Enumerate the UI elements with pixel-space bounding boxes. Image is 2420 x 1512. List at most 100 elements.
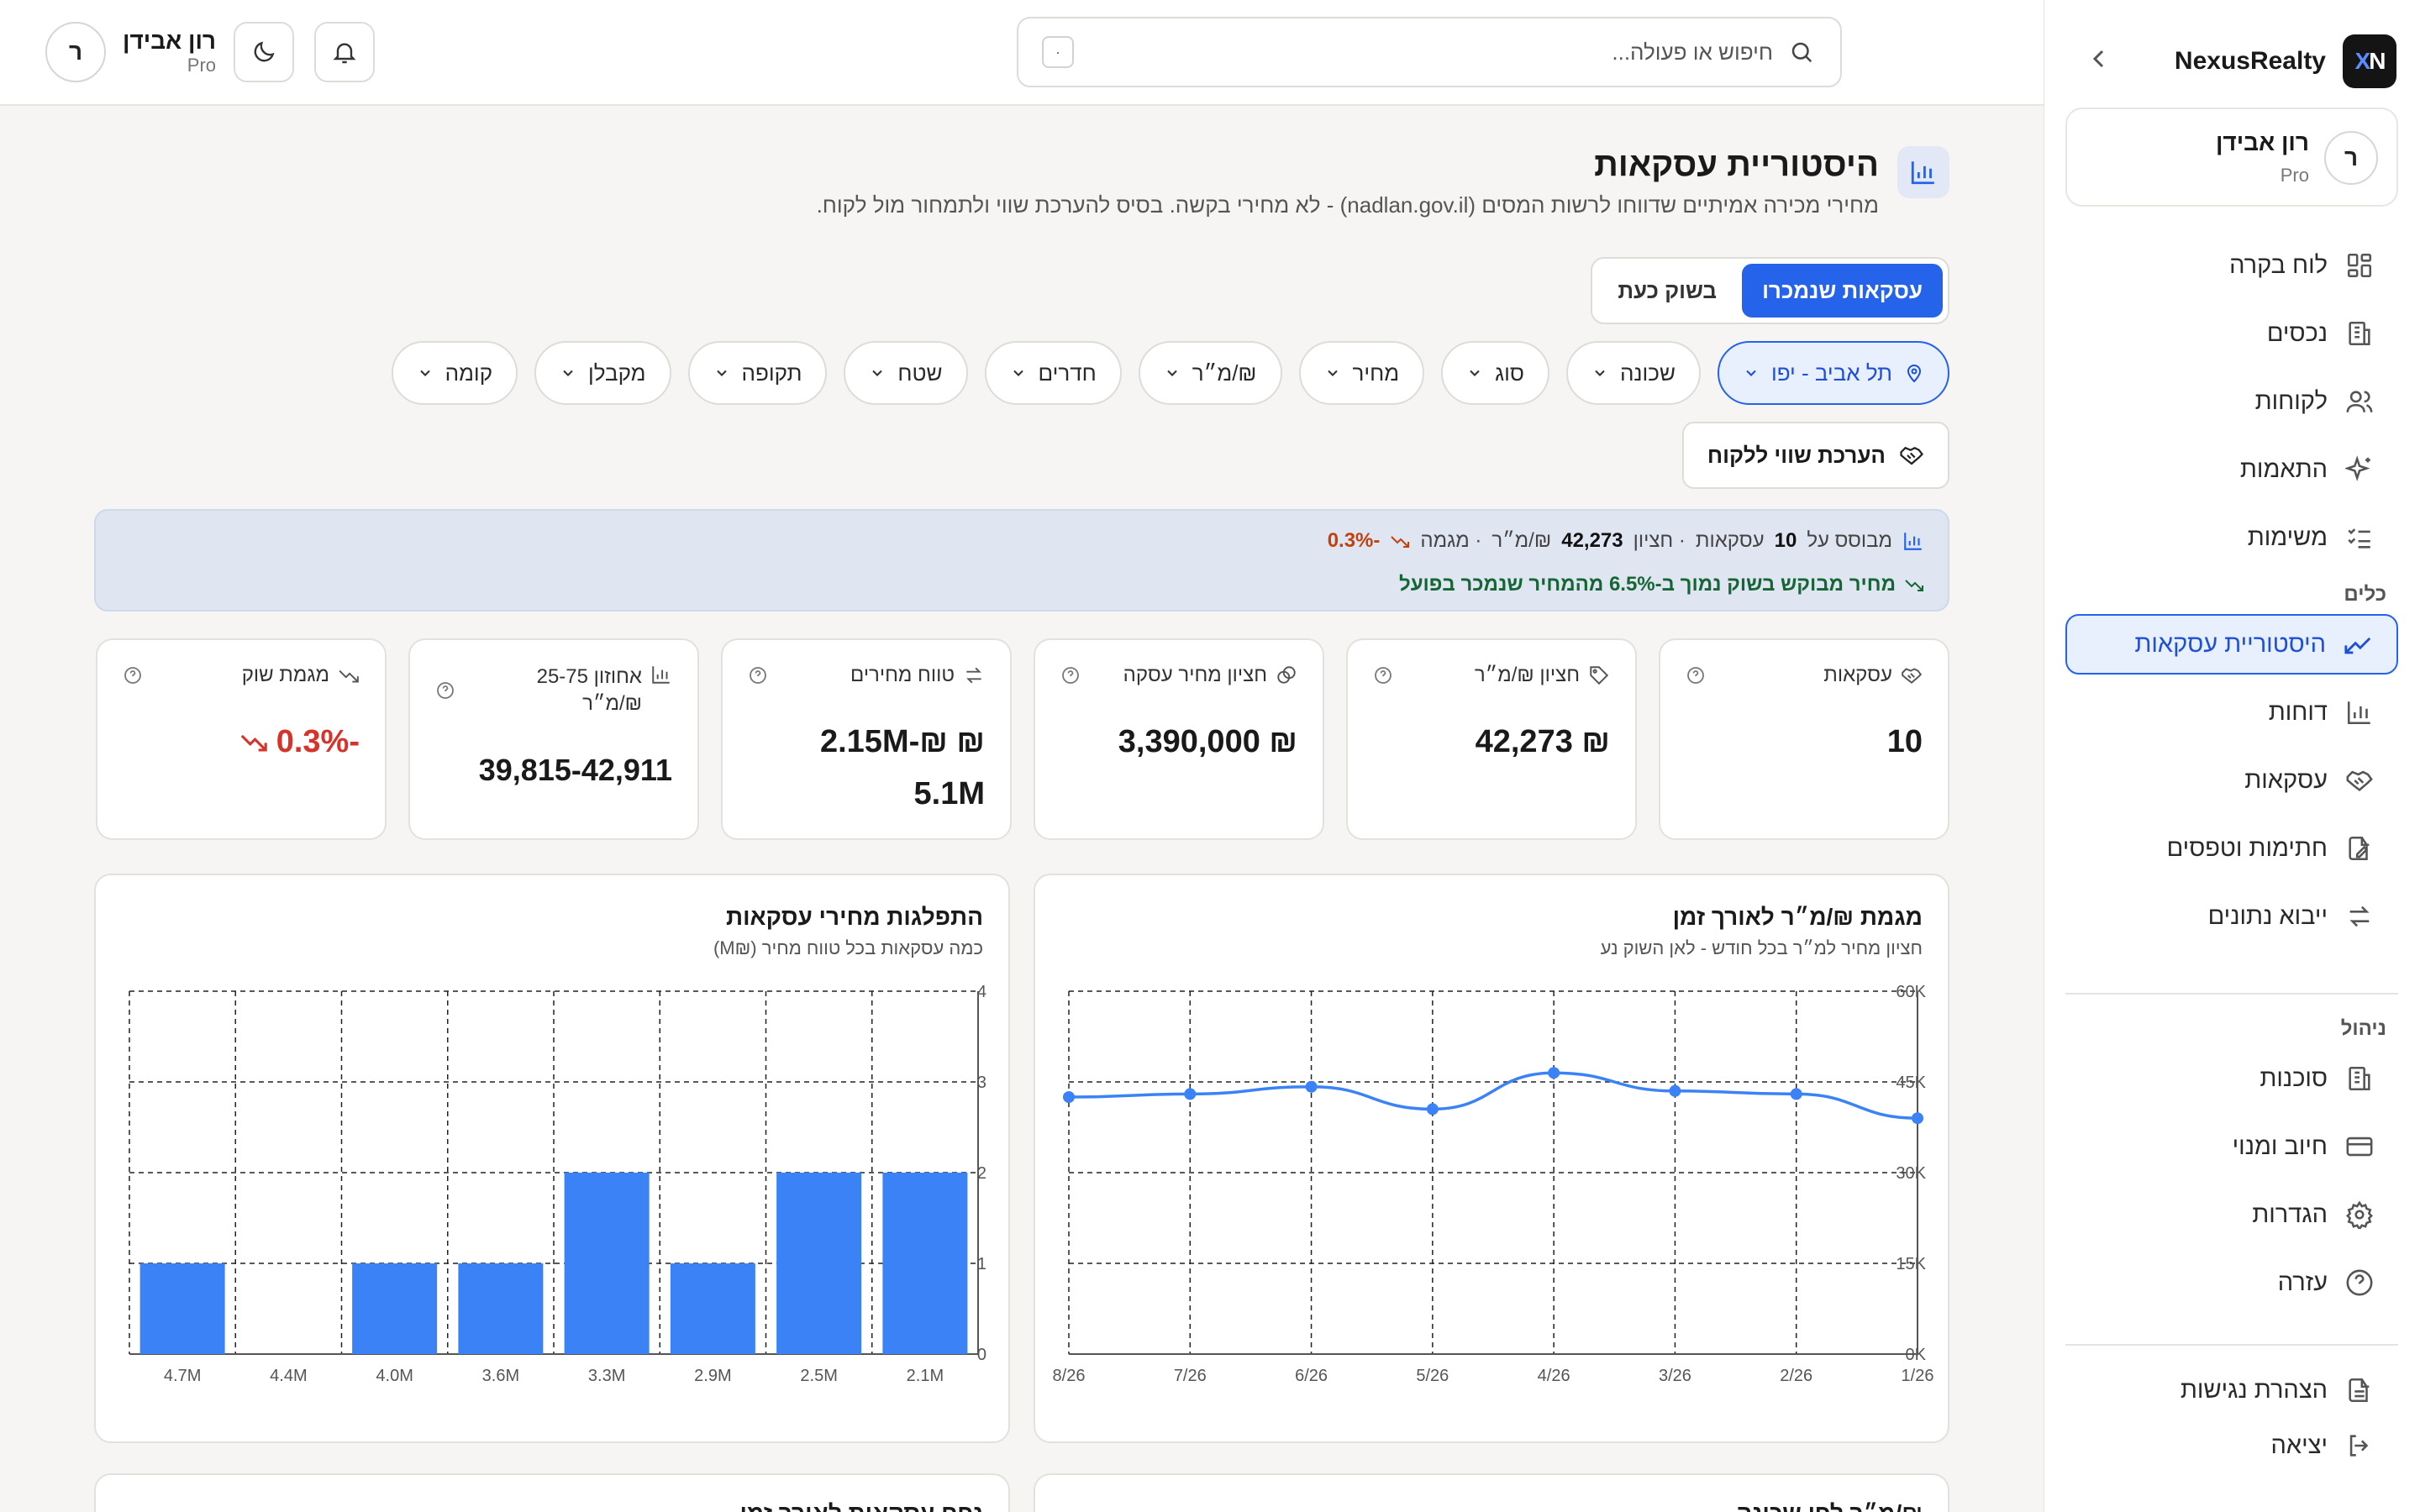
sidebar-item-label: עזרה [2277, 1268, 2328, 1296]
building-icon [2344, 318, 2375, 349]
sidebar-item-reports[interactable]: דוחות [2065, 682, 2398, 743]
filter-label: מקבלן [588, 360, 646, 386]
kpi-label: טווח מחירים [850, 664, 955, 686]
sidebar-item-billing[interactable]: חיוב ומנוי [2065, 1116, 2398, 1177]
bar [139, 1263, 225, 1354]
tab-sold-deals[interactable]: עסקאות שנמכרו [1742, 264, 1943, 318]
filter-label: סוג [1495, 360, 1524, 386]
sidebar-item-label: ייבוא נתונים [2207, 902, 2328, 930]
filter-label: מחיר [1352, 360, 1400, 386]
filter-developer[interactable]: מקבלן [534, 341, 671, 405]
sidebar-item-label: התאמות [2239, 455, 2328, 483]
data-point [1912, 1112, 1923, 1125]
sidebar-item-agency[interactable]: סוכנות [2065, 1048, 2398, 1109]
kpi-label: חציון מחיר עסקה [1123, 664, 1267, 686]
filter-price[interactable]: מחיר [1298, 341, 1425, 405]
sidebar-item-logout[interactable]: יציאה [2065, 1420, 2398, 1472]
trend-down-icon [1391, 536, 1410, 548]
filter-floor[interactable]: קומה [391, 341, 518, 405]
summary-banner: מבוסס על 10 עסקאות · חציון 42,273 ₪/מ״ר … [94, 509, 1949, 612]
deals-label: עסקאות [1695, 529, 1765, 552]
search-placeholder: חיפוש או פעולה... [1612, 39, 1773, 65]
filter-area[interactable]: שטח [844, 341, 968, 405]
y-tick-label: 45K [1896, 1074, 1926, 1092]
tab-on-market[interactable]: בשוק כעת [1597, 264, 1737, 318]
kpi-row: עסקאות 10 חציון ₪/מ״ר ₪ 42,273 חציון מחי… [94, 638, 1949, 840]
x-tick-label: 2/26 [1780, 1367, 1812, 1385]
chart-card-deal-volume: נפח עסקאות לאורך זמן [94, 1473, 1010, 1512]
filter-period[interactable]: תקופה [687, 341, 828, 405]
sidebar-item-help[interactable]: עזרה [2065, 1252, 2398, 1313]
bar [564, 1173, 650, 1354]
x-tick-label: 4.0M [376, 1367, 413, 1385]
deal-count: 10 [1774, 529, 1797, 552]
sidebar-divider [2065, 993, 2398, 995]
filter-label: שכונה [1619, 360, 1676, 386]
x-tick-label: 3/26 [1659, 1367, 1691, 1385]
collapse-sidebar-button[interactable] [2085, 44, 2115, 74]
bar [670, 1263, 755, 1354]
bar-chart: 012342.1M2.5M2.9M3.3M3.6M4.0M4.4M4.7M [129, 983, 986, 1385]
chart-title: נפח עסקאות לאורך זמן [739, 1500, 983, 1512]
sidebar-item-label: נכסים [2266, 319, 2328, 347]
sidebar-item-label: הגדרות [2252, 1200, 2328, 1228]
sidebar-item-clients[interactable]: לקוחות [2065, 371, 2398, 432]
sidebar-item-import[interactable]: ייבוא נתונים [2065, 886, 2398, 947]
document-icon [2344, 1375, 2375, 1405]
kpi-value-wrap: -0.3% [118, 716, 360, 768]
x-tick-label: 4.7M [164, 1367, 201, 1385]
logout-icon [2344, 1431, 2375, 1461]
filter-label: תל אביב - יפו [1770, 360, 1892, 386]
filter-type[interactable]: סוג [1441, 341, 1549, 405]
brand[interactable]: NX NexusRealty [2175, 34, 2396, 89]
sidebar-item-dashboard[interactable]: לוח בקרה [2065, 235, 2398, 296]
filter-price-per-sqm[interactable]: ₪/מ״ר [1138, 341, 1282, 405]
help-icon [1375, 667, 1392, 684]
bell-icon [333, 43, 356, 64]
sidebar-item-matches[interactable]: התאמות [2065, 439, 2398, 500]
page-header: היסטוריית עסקאות מחירי מכירה אמיתיים שדו… [817, 146, 1949, 218]
note-text: מחיר מבוקש בשוק נמוך ב-6.5% מהמחיר שנמכר… [1398, 573, 1896, 596]
chevron-down-icon [563, 370, 573, 376]
filter-city[interactable]: תל אביב - יפו [1717, 341, 1949, 405]
sidebar-item-deals[interactable]: עסקאות [2065, 750, 2398, 811]
sparkles-icon [2344, 454, 2375, 485]
kpi-value: ₪ 2.15M-₪ 5.1M [819, 724, 985, 811]
map-pin-icon [1907, 365, 1922, 383]
sidebar-item-settings[interactable]: הגדרות [2065, 1184, 2398, 1245]
search-input[interactable]: חיפוש או פעולה... · [1017, 17, 1842, 87]
sidebar-user-card[interactable]: ר רון אבידן Pro [2065, 108, 2398, 207]
brand-logo: NX [2343, 34, 2396, 88]
sidebar-item-label: לוח בקרה [2229, 251, 2328, 279]
nav-section-admin: ניהול [2340, 1017, 2386, 1040]
topbar-user[interactable]: ר רון אבידן Pro [45, 22, 216, 82]
notifications-button[interactable] [314, 22, 375, 82]
sidebar-item-signatures[interactable]: חתימות וטפסים [2065, 818, 2398, 879]
sidebar-item-accessibility[interactable]: הצהרת נגישות [2065, 1364, 2398, 1416]
search-icon [1786, 37, 1817, 67]
help-icon [124, 667, 141, 684]
client-valuation-button[interactable]: הערכת שווי ללקוח [1681, 422, 1949, 489]
sidebar-item-deal-history[interactable]: היסטוריית עסקאות [2065, 614, 2398, 675]
page-title: היסטוריית עסקאות [1594, 146, 1879, 183]
sidebar-item-properties[interactable]: נכסים [2065, 303, 2398, 364]
trend-down-icon [1905, 580, 1923, 591]
chevron-down-icon [1595, 370, 1605, 376]
kpi-card-median-price: חציון מחיר עסקה ₪ 3,390,000 [1034, 638, 1324, 840]
trend-down-icon [339, 669, 359, 683]
sidebar-item-label: הצהרת נגישות [2180, 1376, 2328, 1404]
filter-neighborhood[interactable]: שכונה [1565, 341, 1701, 405]
chevron-down-icon [716, 370, 727, 376]
theme-toggle-button[interactable] [234, 22, 294, 82]
checklist-icon [2344, 522, 2375, 553]
line-chart: 0K15K30K45K60K1/262/263/264/265/266/267/… [1053, 983, 1934, 1385]
x-tick-label: 8/26 [1053, 1367, 1086, 1385]
filter-label: קומה [445, 360, 493, 386]
help-icon [437, 682, 454, 699]
filter-rooms[interactable]: חדרים [984, 341, 1122, 405]
gear-icon [2344, 1200, 2375, 1230]
chart-card-sqm-by-neighborhood: ₪/מ״ר לפי שכונה [1034, 1473, 1949, 1512]
chart-card-price-distribution: התפלגות מחירי עסקאות כמה עסקאות בכל טווח… [94, 874, 1010, 1443]
sidebar-item-tasks[interactable]: משימות [2065, 507, 2398, 568]
sidebar-item-label: היסטוריית עסקאות [2134, 630, 2326, 658]
